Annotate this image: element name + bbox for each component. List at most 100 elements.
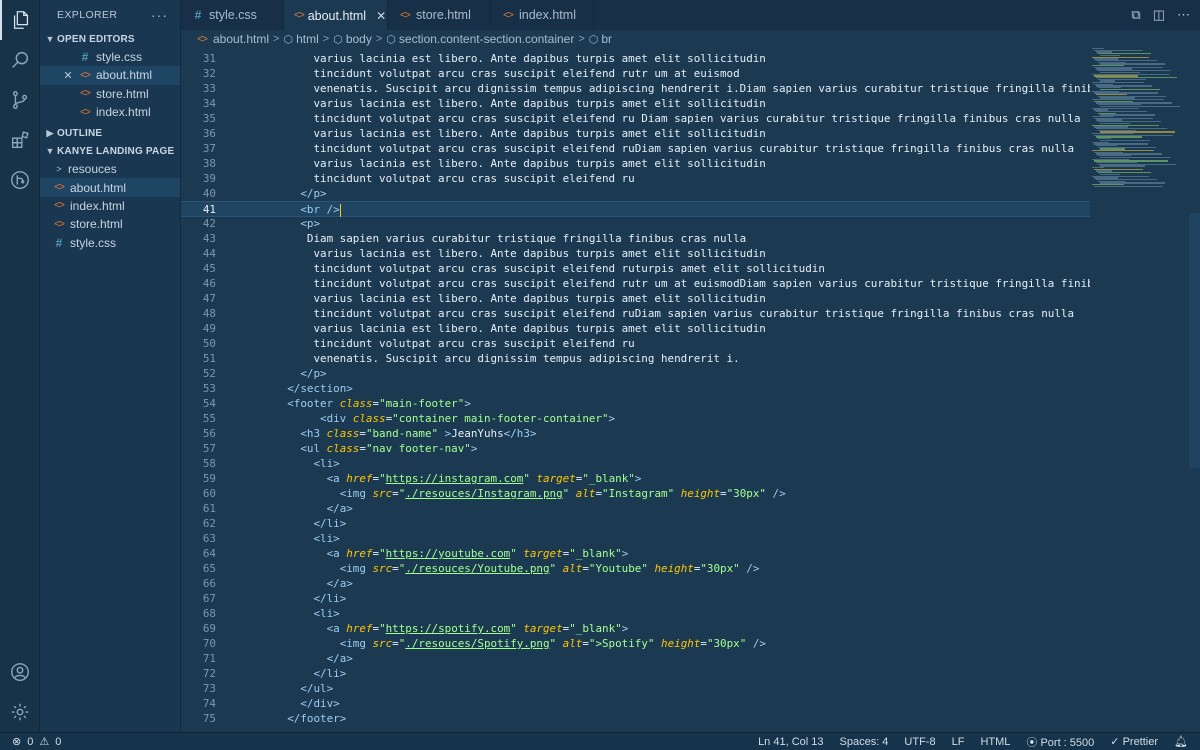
breadcrumb-body[interactable]: body xyxy=(346,32,372,46)
cursor-position[interactable]: Ln 41, Col 13 xyxy=(758,736,823,748)
more-actions-icon[interactable]: ··· xyxy=(151,7,168,23)
code-line[interactable]: 74 </div> xyxy=(181,696,1189,711)
code-line[interactable]: 57 <ul class="nav footer-nav"> xyxy=(181,441,1189,456)
breadcrumb-br[interactable]: br xyxy=(601,32,612,46)
code-line[interactable]: 56 <h3 class="band-name" >JeanYuhs</h3> xyxy=(181,426,1189,441)
code-line[interactable]: 46 tincidunt volutpat arcu cras suscipit… xyxy=(181,276,1189,291)
code-line[interactable]: 71 </a> xyxy=(181,651,1189,666)
open-editor-store-html[interactable]: <> store.html xyxy=(40,85,180,103)
code-line[interactable]: 37 tincidunt volutpat arcu cras suscipit… xyxy=(181,141,1189,156)
code-text[interactable]: <a href="https://instagram.com" target="… xyxy=(261,471,642,486)
code-line[interactable]: 70 <img src="./resouces/Spotify.png" alt… xyxy=(181,636,1189,651)
code-line[interactable]: 41 <br /> xyxy=(181,201,1189,217)
code-text[interactable]: varius lacinia est libero. Ante dapibus … xyxy=(261,321,765,336)
code-text[interactable]: </p> xyxy=(261,186,326,201)
code-text[interactable]: <img src="./resouces/Instagram.png" alt=… xyxy=(261,486,786,501)
code-text[interactable]: varius lacinia est libero. Ante dapibus … xyxy=(261,96,765,111)
settings-gear-icon[interactable] xyxy=(0,692,40,732)
code-text[interactable]: </div> xyxy=(261,696,339,711)
more-actions-icon[interactable]: ⋯ xyxy=(1177,7,1190,23)
indentation[interactable]: Spaces: 4 xyxy=(840,736,889,748)
code-text[interactable]: venenatis. Suscipit arcu dignissim tempu… xyxy=(261,81,1179,96)
code-text[interactable]: <a href="https://youtube.com" target="_b… xyxy=(261,546,629,561)
end-of-line[interactable]: LF xyxy=(952,736,965,748)
code-line[interactable]: 31 varius lacinia est libero. Ante dapib… xyxy=(181,51,1189,66)
close-icon[interactable]: ✕ xyxy=(62,69,74,82)
code-text[interactable]: <div class="container main-footer-contai… xyxy=(261,411,615,426)
code-text[interactable]: tincidunt volutpat arcu cras suscipit el… xyxy=(261,261,824,276)
code-line[interactable]: 58 <li> xyxy=(181,456,1189,471)
code-line[interactable]: 65 <img src="./resouces/Youtube.png" alt… xyxy=(181,561,1189,576)
prettier-status[interactable]: ✓ Prettier xyxy=(1110,735,1158,748)
code-text[interactable]: </ul> xyxy=(261,681,333,696)
project-section[interactable]: ▼ KANYE LANDING PAGE xyxy=(40,142,180,160)
extensions-icon[interactable] xyxy=(0,120,40,160)
remote-explorer-icon[interactable] xyxy=(0,160,40,200)
code-line[interactable]: 61 </a> xyxy=(181,501,1189,516)
code-text[interactable]: varius lacinia est libero. Ante dapibus … xyxy=(261,156,765,171)
code-line[interactable]: 75 </footer> xyxy=(181,711,1189,726)
code-text[interactable]: </a> xyxy=(261,651,353,666)
code-line[interactable]: 51 venenatis. Suscipit arcu dignissim te… xyxy=(181,351,1189,366)
folder-resouces[interactable]: > resouces xyxy=(40,160,180,178)
code-line[interactable]: 72 </li> xyxy=(181,666,1189,681)
code-line[interactable]: 69 <a href="https://spotify.com" target=… xyxy=(181,621,1189,636)
code-text[interactable]: tincidunt volutpat arcu cras suscipit el… xyxy=(261,306,1074,321)
code-text[interactable]: venenatis. Suscipit arcu dignissim tempu… xyxy=(261,351,739,366)
search-icon[interactable] xyxy=(0,40,40,80)
file-index-html[interactable]: <> index.html xyxy=(40,197,180,215)
file-store-html[interactable]: <> store.html xyxy=(40,215,180,233)
code-text[interactable]: <br /> xyxy=(261,202,341,217)
code-line[interactable]: 66 </a> xyxy=(181,576,1189,591)
code-text[interactable]: </li> xyxy=(261,666,346,681)
code-text[interactable]: </a> xyxy=(261,501,353,516)
breadcrumb-html[interactable]: html xyxy=(296,32,319,46)
tab-store-html[interactable]: <> store.html xyxy=(388,0,491,30)
code-line[interactable]: 68 <li> xyxy=(181,606,1189,621)
code-text[interactable]: <ul class="nav footer-nav"> xyxy=(261,441,477,456)
code-line[interactable]: 43 Diam sapien varius curabitur tristiqu… xyxy=(181,231,1189,246)
code-line[interactable]: 64 <a href="https://youtube.com" target=… xyxy=(181,546,1189,561)
code-line[interactable]: 34 varius lacinia est libero. Ante dapib… xyxy=(181,96,1189,111)
code-text[interactable]: varius lacinia est libero. Ante dapibus … xyxy=(261,246,765,261)
open-editors-section[interactable]: ▼ OPEN EDITORS xyxy=(40,30,180,48)
code-text[interactable]: <p> xyxy=(261,216,320,231)
open-editor-index-html[interactable]: <> index.html xyxy=(40,103,180,121)
code-text[interactable]: <img src="./resouces/Spotify.png" alt=">… xyxy=(261,636,766,651)
outline-section[interactable]: ▶ OUTLINE xyxy=(40,124,180,142)
code-line[interactable]: 59 <a href="https://instagram.com" targe… xyxy=(181,471,1189,486)
code-line[interactable]: 38 varius lacinia est libero. Ante dapib… xyxy=(181,156,1189,171)
code-line[interactable]: 44 varius lacinia est libero. Ante dapib… xyxy=(181,246,1189,261)
code-line[interactable]: 52 </p> xyxy=(181,366,1189,381)
code-line[interactable]: 53 </section> xyxy=(181,381,1189,396)
open-editor-about-html[interactable]: ✕ <> about.html xyxy=(40,66,180,85)
code-line[interactable]: 50 tincidunt volutpat arcu cras suscipit… xyxy=(181,336,1189,351)
code-text[interactable]: <h3 class="band-name" >JeanYuhs</h3> xyxy=(261,426,536,441)
code-text[interactable]: <li> xyxy=(261,456,339,471)
code-line[interactable]: 48 tincidunt volutpat arcu cras suscipit… xyxy=(181,306,1189,321)
code-text[interactable]: tincidunt volutpat arcu cras suscipit el… xyxy=(261,66,739,81)
code-text[interactable]: <img src="./resouces/Youtube.png" alt="Y… xyxy=(261,561,760,576)
tab-about-html[interactable]: <> about.html ✕ xyxy=(284,0,388,30)
code-text[interactable]: </li> xyxy=(261,591,346,606)
code-line[interactable]: 39 tincidunt volutpat arcu cras suscipit… xyxy=(181,171,1189,186)
split-editor-icon[interactable]: ◫ xyxy=(1153,7,1165,23)
code-text[interactable]: <footer class="main-footer"> xyxy=(261,396,471,411)
code-text[interactable]: </a> xyxy=(261,576,353,591)
code-text[interactable]: <li> xyxy=(261,606,339,621)
minimap[interactable] xyxy=(1090,48,1200,732)
code-text[interactable]: Diam sapien varius curabitur tristique f… xyxy=(261,231,746,246)
file-style-css[interactable]: # style.css xyxy=(40,233,180,251)
code-text[interactable]: tincidunt volutpat arcu cras suscipit el… xyxy=(261,141,1074,156)
editor-scrollbar[interactable] xyxy=(1189,213,1200,468)
code-line[interactable]: 49 varius lacinia est libero. Ante dapib… xyxy=(181,321,1189,336)
code-line[interactable]: 32 tincidunt volutpat arcu cras suscipit… xyxy=(181,66,1189,81)
code-line[interactable]: 35 tincidunt volutpat arcu cras suscipit… xyxy=(181,111,1189,126)
tab-style-css[interactable]: # style.css xyxy=(181,0,284,30)
code-line[interactable]: 63 <li> xyxy=(181,531,1189,546)
code-text[interactable]: </li> xyxy=(261,516,346,531)
code-text[interactable]: tincidunt volutpat arcu cras suscipit el… xyxy=(261,276,1179,291)
code-text[interactable]: tincidunt volutpat arcu cras suscipit el… xyxy=(261,336,634,351)
file-about-html[interactable]: <> about.html xyxy=(40,178,180,197)
open-editor-style-css[interactable]: # style.css xyxy=(40,48,180,66)
